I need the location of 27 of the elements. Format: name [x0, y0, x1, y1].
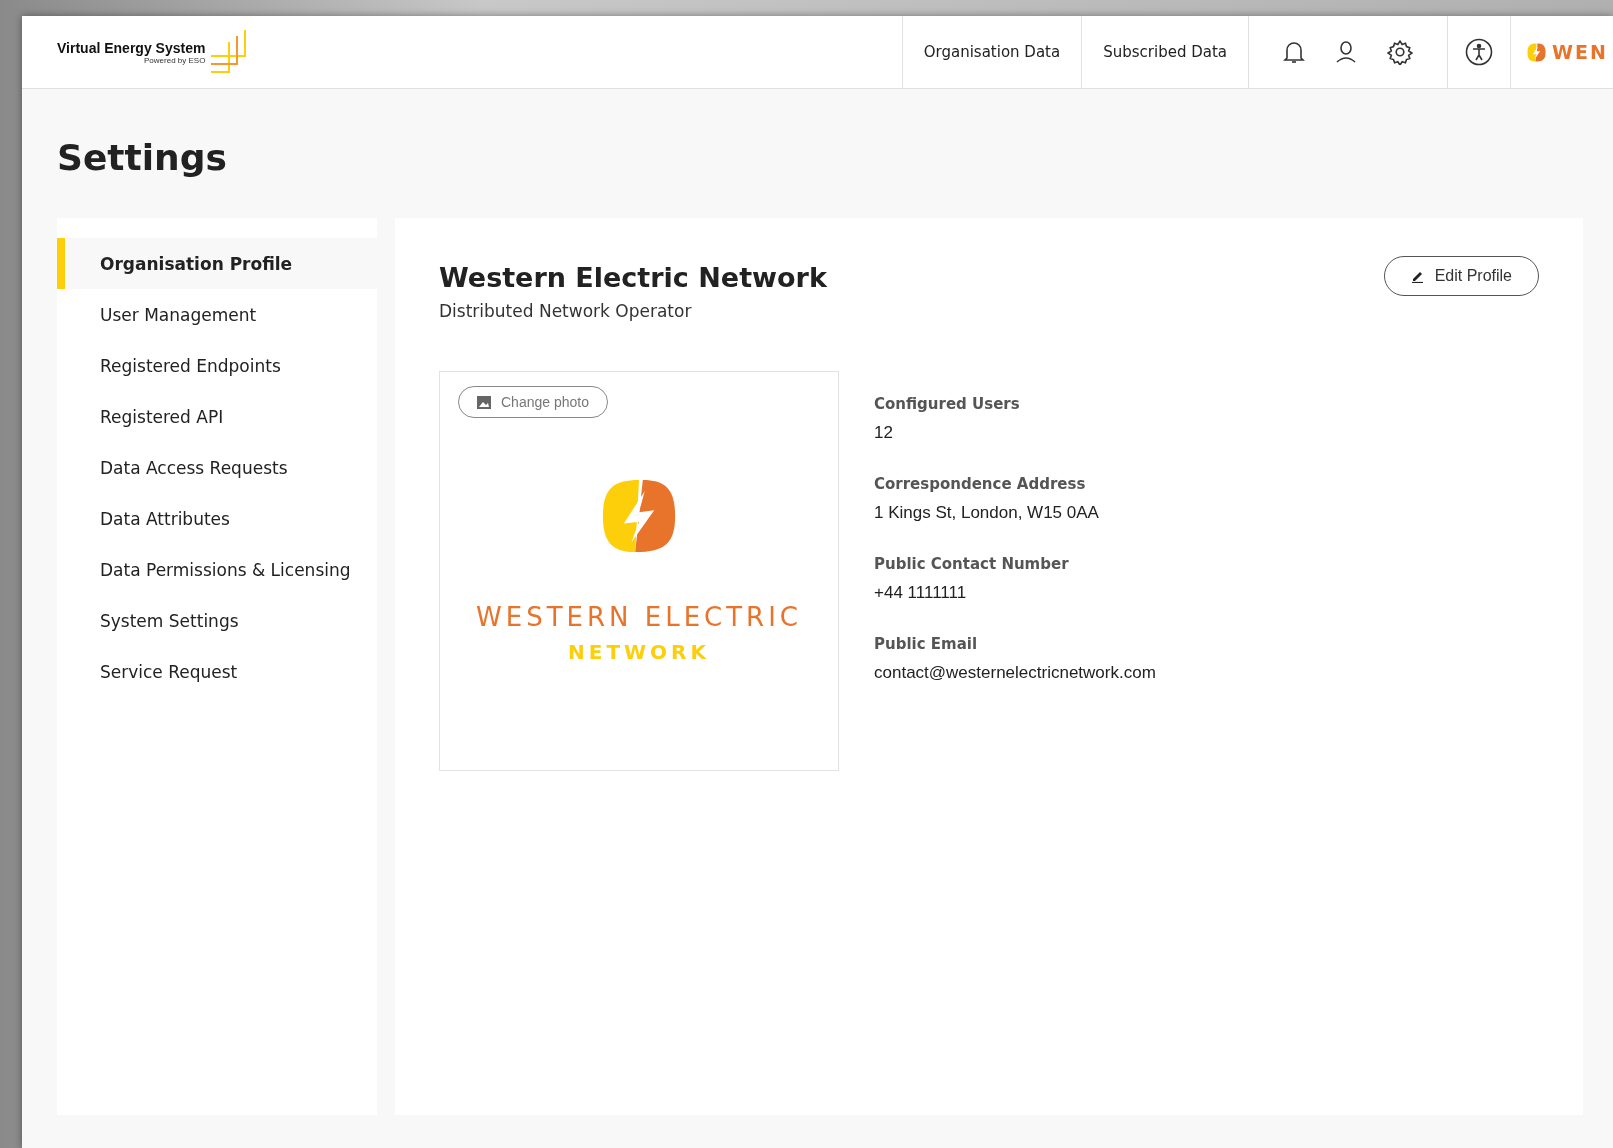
app-tagline: Powered by ESO: [144, 55, 206, 65]
edit-profile-button[interactable]: Edit Profile: [1383, 256, 1539, 296]
bolt-logo-icon: [601, 478, 677, 554]
bolt-logo-icon: [1527, 42, 1546, 62]
field-label: Configured Users: [874, 395, 1021, 413]
sidebar-item[interactable]: Organisation Profile: [57, 238, 377, 289]
grid-lines-icon: [209, 28, 248, 76]
pencil-icon: [1410, 269, 1425, 283]
field-value: +44 1111111: [874, 583, 968, 603]
field-value: contact@westernelectricnetwork.com: [874, 663, 1156, 683]
image-edit-icon: [477, 395, 491, 409]
logo-wordmark: NETWORK: [568, 640, 710, 664]
app-name: Virtual Energy System: [57, 39, 206, 56]
field-label: Public Email: [874, 635, 979, 653]
change-photo-button[interactable]: Change photo: [458, 386, 608, 418]
field-label: Public Contact Number: [874, 555, 1070, 573]
accessibility-icon[interactable]: [1465, 38, 1493, 66]
field-value: 1 Kings St, London, W15 0AA: [874, 503, 1100, 523]
page-title: Settings: [57, 137, 228, 178]
org-name: Western Electric Network: [439, 262, 827, 293]
org-type: Distributed Network Operator: [439, 301, 693, 321]
field-value: 12: [874, 423, 894, 443]
settings-icon[interactable]: [1387, 39, 1413, 65]
bell-icon[interactable]: [1283, 40, 1305, 64]
field-label: Correspondence Address: [874, 475, 1087, 493]
user-icon[interactable]: [1335, 40, 1357, 64]
logo-wordmark: WESTERN ELECTRIC: [476, 602, 802, 632]
